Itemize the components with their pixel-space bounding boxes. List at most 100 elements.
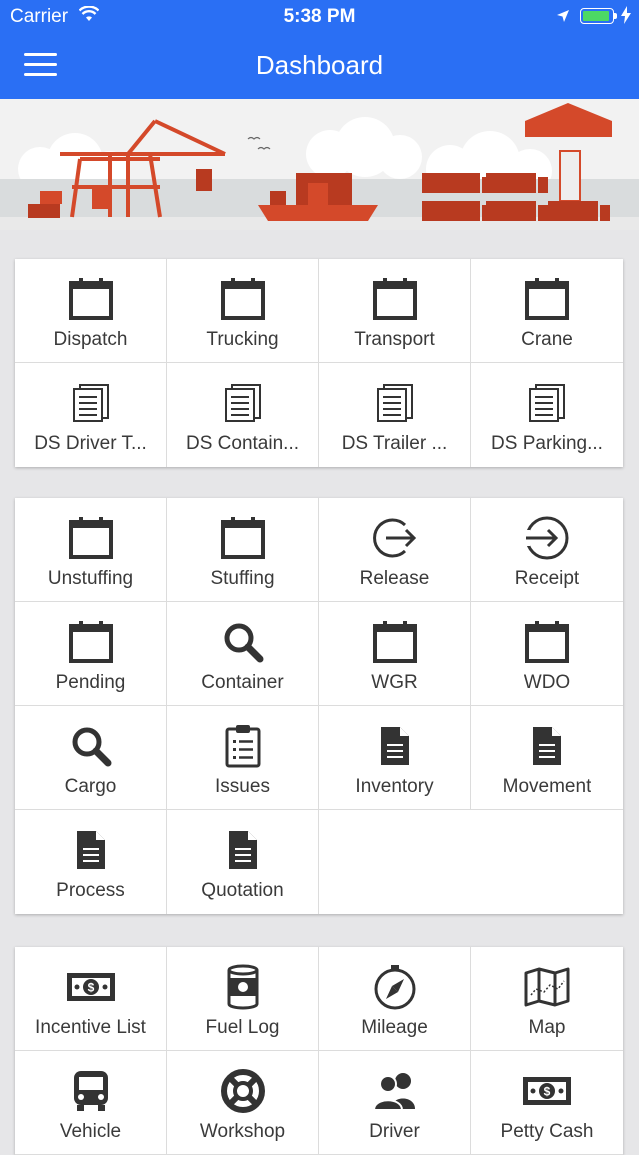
tile-label: Transport	[354, 329, 435, 350]
calendar-icon	[218, 275, 268, 323]
document-icon	[370, 722, 420, 770]
calendar-icon	[66, 618, 116, 666]
list-document-icon	[218, 379, 268, 427]
tile-label: Vehicle	[59, 1121, 122, 1142]
section-dispatch: Dispatch Trucking Transport Crane DS Dri…	[15, 259, 623, 467]
tile-label: Fuel Log	[205, 1017, 280, 1038]
tile-label: Receipt	[514, 568, 580, 589]
tile-label: Cargo	[64, 776, 117, 797]
tile-label: Dispatch	[53, 329, 128, 350]
port-banner-image	[0, 99, 639, 230]
tile-ds-parking[interactable]: DS Parking...	[471, 363, 623, 467]
search-icon	[66, 722, 116, 770]
tile-process[interactable]: Process	[15, 810, 167, 914]
section-warehouse: Unstuffing Stuffing Release Receipt Pend…	[15, 498, 623, 914]
cash-icon: $	[66, 963, 116, 1011]
tile-label: Container	[201, 672, 284, 693]
calendar-icon	[522, 275, 572, 323]
tile-label: DS Contain...	[186, 433, 299, 454]
tile-pending[interactable]: Pending	[15, 602, 167, 706]
tile-stuffing[interactable]: Stuffing	[167, 498, 319, 602]
tile-crane[interactable]: Crane	[471, 259, 623, 363]
tile-workshop[interactable]: Workshop	[167, 1051, 319, 1155]
tile-trucking[interactable]: Trucking	[167, 259, 319, 363]
tile-label: Driver	[369, 1121, 420, 1142]
clock: 5:38 PM	[283, 6, 356, 27]
tile-label: Pending	[55, 672, 126, 693]
list-document-icon	[522, 379, 572, 427]
tile-dispatch[interactable]: Dispatch	[15, 259, 167, 363]
tile-release[interactable]: Release	[319, 498, 471, 602]
tile-ds-trailer[interactable]: DS Trailer ...	[319, 363, 471, 467]
tile-driver[interactable]: Driver	[319, 1051, 471, 1155]
tile-inventory[interactable]: Inventory	[319, 706, 471, 810]
tile-map[interactable]: Map	[471, 947, 623, 1051]
tile-wdo[interactable]: WDO	[471, 602, 623, 706]
tile-container[interactable]: Container	[167, 602, 319, 706]
tile-cargo[interactable]: Cargo	[15, 706, 167, 810]
tile-movement[interactable]: Movement	[471, 706, 623, 810]
tile-label: Crane	[521, 329, 573, 350]
status-bar: Carrier 5:38 PM	[0, 0, 639, 32]
tile-wgr[interactable]: WGR	[319, 602, 471, 706]
page-title: Dashboard	[255, 50, 384, 80]
tile-label: Unstuffing	[47, 568, 134, 589]
sign-out-icon	[370, 514, 420, 562]
map-icon	[522, 963, 572, 1011]
tile-empty	[471, 810, 623, 914]
tile-label: Mileage	[361, 1017, 428, 1038]
tile-label: Petty Cash	[500, 1121, 594, 1142]
tile-petty-cash[interactable]: $ Petty Cash	[471, 1051, 623, 1155]
tile-issues[interactable]: Issues	[167, 706, 319, 810]
tile-label: WDO	[523, 672, 571, 693]
tile-label: Release	[359, 568, 430, 589]
calendar-icon	[218, 514, 268, 562]
document-icon	[218, 826, 268, 874]
tile-label: Quotation	[201, 880, 284, 901]
tile-vehicle[interactable]: Vehicle	[15, 1051, 167, 1155]
tile-label: Incentive List	[35, 1017, 146, 1038]
tile-label: Workshop	[199, 1121, 286, 1142]
battery-icon	[580, 8, 617, 24]
tile-incentive-list[interactable]: $ Incentive List	[15, 947, 167, 1051]
tile-quotation[interactable]: Quotation	[167, 810, 319, 914]
document-icon	[66, 826, 116, 874]
tile-ds-container[interactable]: DS Contain...	[167, 363, 319, 467]
tile-empty	[319, 810, 471, 914]
tile-label: Stuffing	[210, 568, 275, 589]
tile-label: Issues	[215, 776, 270, 797]
tile-label: DS Parking...	[491, 433, 603, 454]
list-document-icon	[370, 379, 420, 427]
tile-mileage[interactable]: Mileage	[319, 947, 471, 1051]
svg-text:$: $	[544, 1085, 551, 1099]
tile-label: Process	[56, 880, 125, 901]
nav-bar: Dashboard	[0, 32, 639, 99]
search-icon	[218, 618, 268, 666]
compass-icon	[370, 963, 420, 1011]
sign-in-icon	[522, 514, 572, 562]
tile-fuel-log[interactable]: Fuel Log	[167, 947, 319, 1051]
calendar-icon	[522, 618, 572, 666]
calendar-icon	[370, 275, 420, 323]
cash-icon: $	[522, 1067, 572, 1115]
calendar-icon	[66, 514, 116, 562]
calendar-icon	[66, 275, 116, 323]
charging-bolt-icon	[621, 6, 631, 30]
tile-label: DS Trailer ...	[341, 433, 448, 454]
lifebuoy-icon	[218, 1067, 268, 1115]
tile-receipt[interactable]: Receipt	[471, 498, 623, 602]
tile-label: WGR	[371, 672, 418, 693]
tile-label: Trucking	[206, 329, 279, 350]
users-icon	[370, 1067, 420, 1115]
document-icon	[522, 722, 572, 770]
calendar-icon	[370, 618, 420, 666]
list-document-icon	[66, 379, 116, 427]
tile-unstuffing[interactable]: Unstuffing	[15, 498, 167, 602]
svg-text:$: $	[87, 981, 94, 995]
tile-label: DS Driver T...	[34, 433, 147, 454]
tile-ds-driver[interactable]: DS Driver T...	[15, 363, 167, 467]
tile-transport[interactable]: Transport	[319, 259, 471, 363]
clipboard-icon	[218, 722, 268, 770]
section-fleet: $ Incentive List Fuel Log Mileage Map Veh…	[15, 947, 623, 1155]
bus-icon	[66, 1067, 116, 1115]
